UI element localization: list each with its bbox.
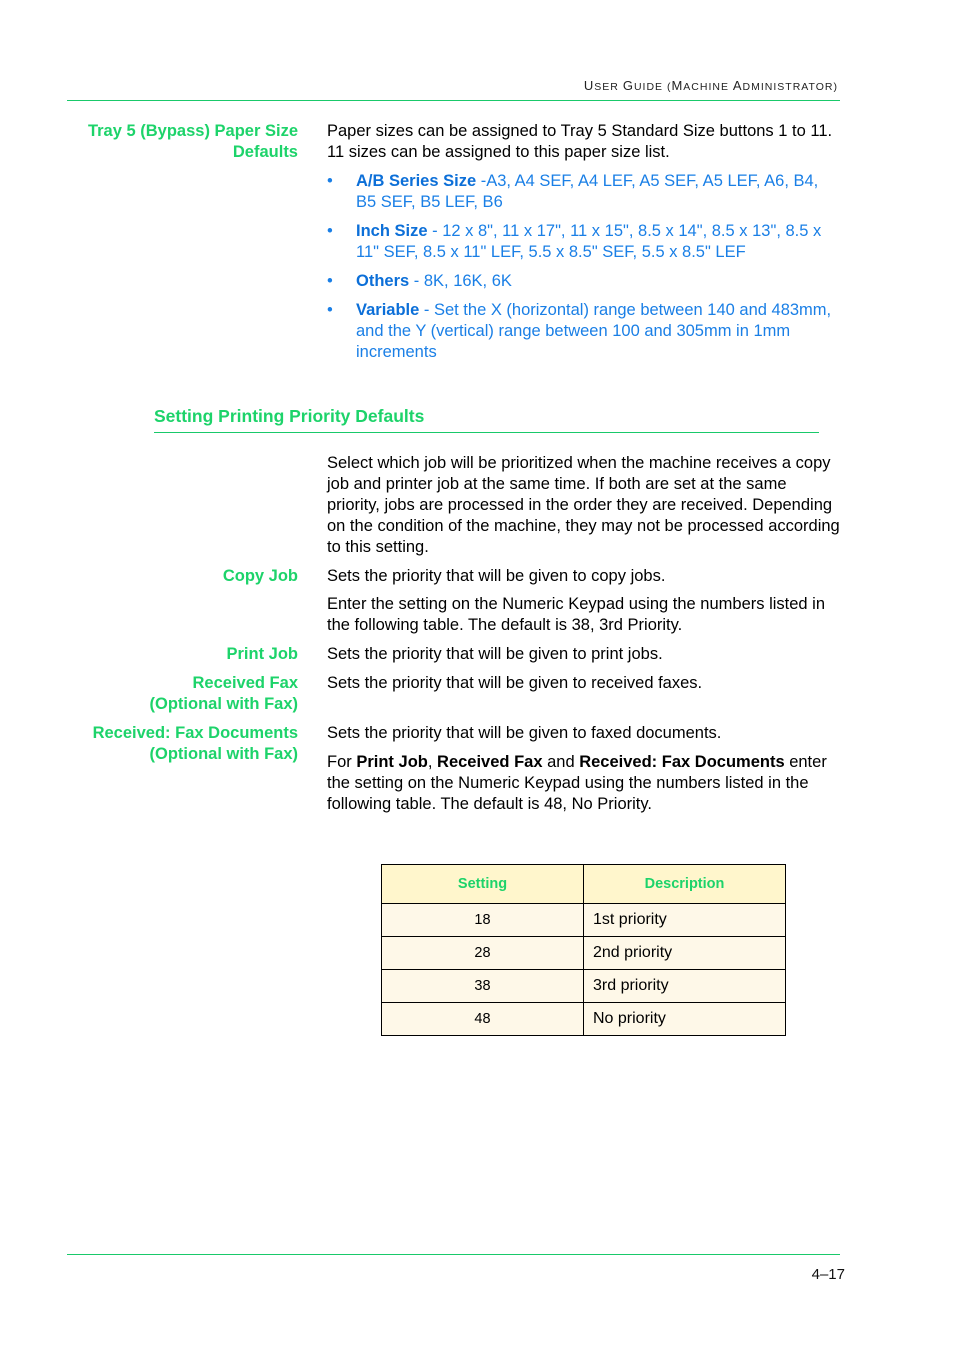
print-job-text: Sets the priority that will be given to …: [327, 645, 663, 663]
tray5-label-line1: Tray 5 (Bypass) Paper Size: [87, 122, 298, 140]
running-header-cap: U: [583, 78, 595, 93]
list-item-inch-size: • Inch Size - 12 x 8", 11 x 17", 11 x 15…: [327, 221, 842, 263]
setting-cell: 18: [381, 903, 584, 937]
received-fax-label-line1: Received Fax: [192, 674, 298, 692]
column-header-description: Description: [583, 864, 786, 904]
list-item-text: - 8K, 16K, 6K: [409, 272, 512, 290]
setting-cell: 48: [381, 1002, 584, 1036]
list-item-term: Variable: [356, 301, 420, 319]
running-header-cap: A: [732, 78, 743, 93]
copy-job-text: Sets the priority that will be given to …: [327, 567, 666, 585]
paper-size-list: • A/B Series Size -A3, A4 SEF, A4 LEF, A…: [327, 171, 842, 371]
bold-term: Print Job: [356, 753, 428, 771]
list-item-others: • Others - 8K, 16K, 6K: [327, 271, 842, 292]
tray5-label: Tray 5 (Bypass) Paper Size Defaults: [58, 121, 298, 163]
column-header-setting: Setting: [381, 864, 584, 904]
text-fragment: and: [542, 753, 580, 771]
table-row: 28 2nd priority: [381, 936, 786, 970]
description-cell: 2nd priority: [583, 936, 786, 970]
bullet-icon: •: [327, 222, 333, 240]
running-header: USER GUIDE (MACHINE ADMINISTRATOR): [0, 78, 838, 93]
text-fragment: ,: [427, 753, 438, 771]
running-header-text: ACHINE: [683, 81, 733, 93]
running-header-text: SER: [594, 81, 623, 93]
table-row: 48 No priority: [381, 1002, 786, 1036]
priority-table: Setting Description 18 1st priority 28 2…: [381, 864, 786, 1036]
bullet-icon: •: [327, 172, 333, 190]
received-fax-text: Sets the priority that will be given to …: [327, 674, 703, 692]
description-cell: 1st priority: [583, 903, 786, 937]
setting-cell: 38: [381, 969, 584, 1003]
list-item-ab-series: • A/B Series Size -A3, A4 SEF, A4 LEF, A…: [327, 171, 842, 213]
list-item-term: Inch Size: [356, 222, 428, 240]
bullet-icon: •: [327, 272, 333, 290]
bullet-icon: •: [327, 301, 333, 319]
tray5-label-line2: Defaults: [232, 143, 298, 161]
section-rule: [154, 432, 819, 433]
print-job-label: Print Job: [226, 645, 298, 663]
copy-job-label: Copy Job: [222, 567, 298, 585]
section-title: Setting Printing Priority Defaults: [154, 406, 425, 426]
running-header-text: UIDE (: [633, 81, 672, 93]
copy-job-keypad-text: Enter the setting on the Numeric Keypad …: [327, 595, 826, 634]
table-row: 38 3rd priority: [381, 969, 786, 1003]
description-cell: No priority: [583, 1002, 786, 1036]
section-intro: Select which job will be prioritized whe…: [327, 454, 840, 556]
setting-cell: 28: [381, 936, 584, 970]
bold-term: Received: Fax Documents: [579, 753, 785, 771]
running-header-text: DMINISTRATOR): [742, 81, 838, 93]
tray5-intro: Paper sizes can be assigned to Tray 5 St…: [327, 122, 833, 161]
received-fax-label: Received Fax (Optional with Fax): [58, 673, 299, 715]
list-item-text: - Set the X (horizontal) range between 1…: [356, 301, 832, 361]
description-cell: 3rd priority: [583, 969, 786, 1003]
running-header-cap: G: [622, 78, 634, 93]
bold-term: Received Fax: [437, 753, 543, 771]
list-item-variable: • Variable - Set the X (horizontal) rang…: [327, 300, 842, 363]
received-fax-docs-label: Received: Fax Documents (Optional with F…: [58, 723, 298, 765]
received-fax-docs-label-line1: Received: Fax Documents: [92, 724, 298, 742]
header-rule: [67, 100, 840, 101]
received-fax-docs-label-line2: (Optional with Fax): [149, 745, 299, 763]
list-item-term: Others: [356, 272, 410, 290]
running-header-cap: M: [671, 78, 684, 93]
table-row: 18 1st priority: [381, 903, 786, 937]
table-header-row: Setting Description: [381, 864, 786, 904]
received-fax-docs-keypad-text: For Print Job, Received Fax and Received…: [327, 752, 842, 815]
text-fragment: For: [327, 753, 357, 771]
received-fax-docs-text: Sets the priority that will be given to …: [327, 724, 722, 742]
page-number: 4–17: [811, 1266, 845, 1283]
footer-rule: [67, 1254, 840, 1255]
list-item-term: A/B Series Size: [356, 172, 477, 190]
received-fax-label-line2: (Optional with Fax): [149, 695, 299, 713]
